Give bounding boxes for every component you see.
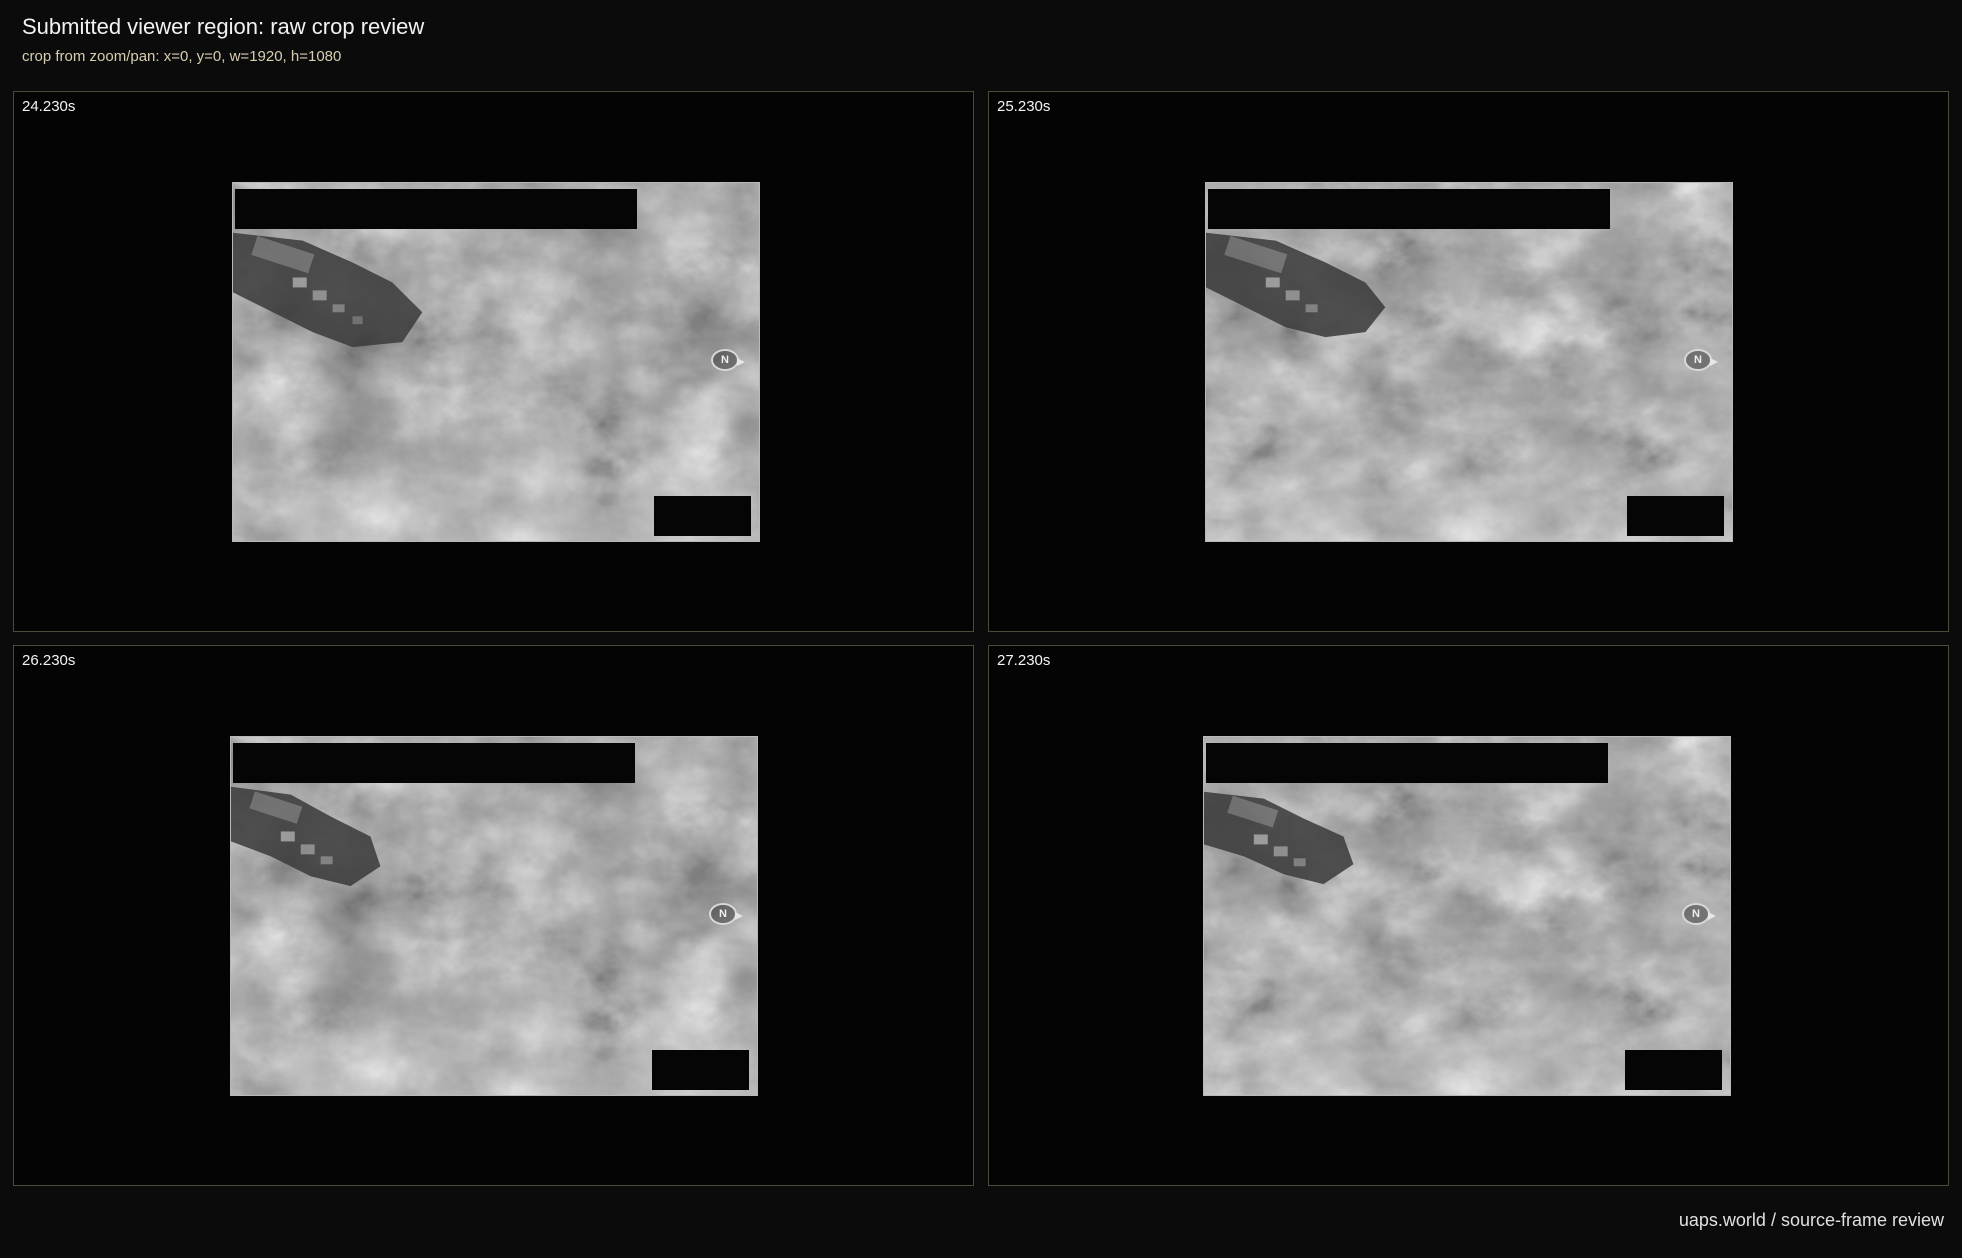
frame-grid: 24.230s N 25.230s N 26.230s N 27.230s N xyxy=(13,91,1950,1186)
frame-timestamp: 25.230s xyxy=(997,98,1051,115)
redaction-bar-bottom xyxy=(1625,1050,1722,1090)
frame-panel-3[interactable]: 26.230s N xyxy=(13,645,974,1186)
redaction-bar-bottom xyxy=(652,1050,749,1090)
source-frame-image: N xyxy=(1205,182,1733,542)
compass-pointer-icon xyxy=(1710,358,1718,366)
north-icon: N xyxy=(1682,903,1710,925)
redaction-bar-top xyxy=(1206,743,1608,783)
frame-panel-4[interactable]: 27.230s N xyxy=(988,645,1949,1186)
smoke-imagery xyxy=(1206,183,1732,541)
compass-indicator: N xyxy=(709,903,743,927)
page-title: Submitted viewer region: raw crop review xyxy=(22,14,425,39)
redaction-bar-top xyxy=(233,743,635,783)
redaction-bar-top xyxy=(1208,189,1610,229)
source-frame-image: N xyxy=(1203,736,1731,1096)
crop-info: crop from zoom/pan: x=0, y=0, w=1920, h=… xyxy=(22,48,342,65)
source-frame-image: N xyxy=(230,736,758,1096)
compass-indicator: N xyxy=(1682,903,1716,927)
smoke-imagery xyxy=(233,183,759,541)
north-icon: N xyxy=(709,903,737,925)
north-icon: N xyxy=(1684,349,1712,371)
smoke-imagery xyxy=(1204,737,1730,1095)
frame-panel-2[interactable]: 25.230s N xyxy=(988,91,1949,632)
frame-panel-1[interactable]: 24.230s N xyxy=(13,91,974,632)
frame-timestamp: 26.230s xyxy=(22,652,76,669)
page-header: Submitted viewer region: raw crop review… xyxy=(22,12,424,65)
frame-timestamp: 24.230s xyxy=(22,98,76,115)
frame-timestamp: 27.230s xyxy=(997,652,1051,669)
redaction-bar-bottom xyxy=(1627,496,1724,536)
footer-credit: uaps.world / source-frame review xyxy=(1678,1210,1944,1230)
source-frame-image: N xyxy=(232,182,760,542)
north-icon: N xyxy=(711,349,739,371)
compass-indicator: N xyxy=(711,349,745,373)
compass-indicator: N xyxy=(1684,349,1718,373)
compass-pointer-icon xyxy=(1708,912,1716,920)
smoke-imagery xyxy=(231,737,757,1095)
redaction-bar-bottom xyxy=(654,496,751,536)
compass-pointer-icon xyxy=(735,912,743,920)
compass-pointer-icon xyxy=(737,358,745,366)
redaction-bar-top xyxy=(235,189,637,229)
